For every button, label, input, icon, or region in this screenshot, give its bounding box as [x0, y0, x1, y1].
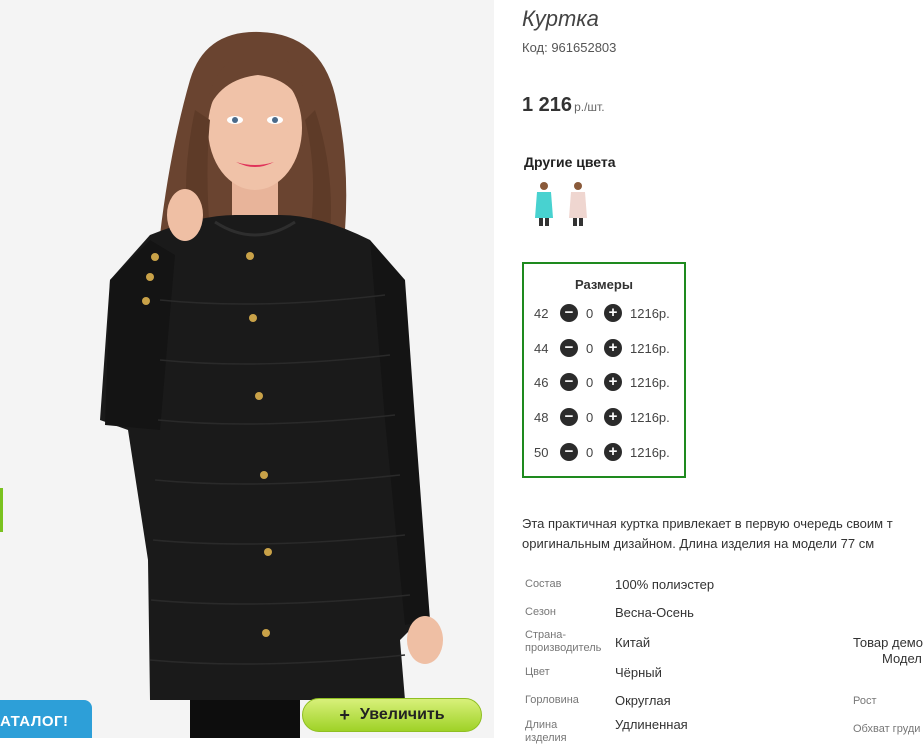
- size-price: 1216р.: [630, 341, 670, 356]
- model-info-line2: Модел: [882, 651, 922, 666]
- attr-value-composition: 100% полиэстер: [615, 577, 715, 592]
- price-unit: р./шт.: [574, 100, 605, 114]
- plus-icon[interactable]: +: [604, 408, 622, 426]
- model-height-label: Рост: [853, 695, 877, 707]
- minus-icon[interactable]: −: [560, 373, 578, 391]
- model-chest-label: Обхват груди: [853, 723, 921, 735]
- size-label: 50: [534, 445, 549, 460]
- size-price: 1216р.: [630, 375, 670, 390]
- product-title: Куртка: [522, 6, 599, 31]
- size-quantity: 0: [586, 341, 594, 356]
- description-line: Эта практичная куртка привлекает в перву…: [522, 516, 893, 531]
- model-info-line1: Товар демо: [853, 635, 923, 650]
- size-price: 1216р.: [630, 306, 670, 321]
- attr-value-color: Чёрный: [615, 665, 662, 680]
- attr-value-length: Удлиненная: [615, 717, 688, 732]
- minus-icon[interactable]: −: [560, 443, 578, 461]
- product-photo[interactable]: АТАЛОГ! + Увеличить: [0, 0, 494, 738]
- size-quantity: 0: [586, 306, 594, 321]
- size-row-46: 46 − 0 + 1216р.: [524, 373, 684, 393]
- attr-label-neckline: Горловина: [525, 694, 579, 706]
- size-row-42: 42 − 0 + 1216р.: [524, 304, 684, 324]
- product-description: Эта практичная куртка привлекает в перву…: [522, 514, 924, 554]
- minus-icon[interactable]: −: [560, 304, 578, 322]
- color-swatch-pink[interactable]: [566, 180, 590, 226]
- attr-label-composition: Состав: [525, 578, 562, 590]
- size-quantity: 0: [586, 375, 594, 390]
- sizes-title: Размеры: [575, 277, 633, 292]
- catalog-badge[interactable]: АТАЛОГ!: [0, 700, 92, 738]
- color-swatch-turquoise[interactable]: [532, 180, 556, 226]
- zoom-button-label: Увеличить: [359, 706, 445, 723]
- product-info: Куртка Код: 961652803 1 216 р./шт. Другие…: [522, 0, 924, 744]
- attr-label-season: Сезон: [525, 606, 556, 618]
- size-row-50: 50 − 0 + 1216р.: [524, 443, 684, 463]
- plus-icon[interactable]: +: [604, 443, 622, 461]
- size-row-48: 48 − 0 + 1216р.: [524, 408, 684, 428]
- size-price: 1216р.: [630, 410, 670, 425]
- attr-label-length: Длина изделия: [525, 719, 567, 744]
- price-value: 1 216: [522, 94, 573, 116]
- size-quantity: 0: [586, 410, 594, 425]
- sizes-box: Размеры 42 − 0 + 1216р. 44 − 0 + 1216р. …: [522, 262, 686, 478]
- model-photo-illustration: [0, 0, 494, 738]
- product-code: Код: 961652803: [522, 40, 617, 55]
- attr-value-season: Весна-Осень: [615, 605, 694, 620]
- plus-icon: +: [339, 704, 350, 725]
- size-label: 42: [534, 306, 549, 321]
- size-label: 46: [534, 375, 549, 390]
- plus-icon[interactable]: +: [604, 339, 622, 357]
- plus-icon[interactable]: +: [604, 373, 622, 391]
- size-label: 44: [534, 341, 549, 356]
- size-label: 48: [534, 410, 549, 425]
- product-price: 1 216 р./шт.: [522, 94, 605, 117]
- zoom-button[interactable]: + Увеличить: [302, 698, 482, 732]
- size-price: 1216р.: [630, 445, 670, 460]
- attr-label-country: Страна- производитель: [525, 629, 602, 654]
- page-side-accent: [0, 488, 3, 532]
- attr-value-neckline: Округлая: [615, 693, 671, 708]
- attr-value-country: Китай: [615, 635, 651, 650]
- description-line: оригинальным дизайном. Длина изделия на …: [522, 536, 875, 551]
- plus-icon[interactable]: +: [604, 304, 622, 322]
- minus-icon[interactable]: −: [560, 408, 578, 426]
- size-row-44: 44 − 0 + 1216р.: [524, 339, 684, 359]
- minus-icon[interactable]: −: [560, 339, 578, 357]
- other-colors-title: Другие цвета: [524, 154, 616, 170]
- size-quantity: 0: [586, 445, 594, 460]
- attr-label-color: Цвет: [525, 666, 550, 678]
